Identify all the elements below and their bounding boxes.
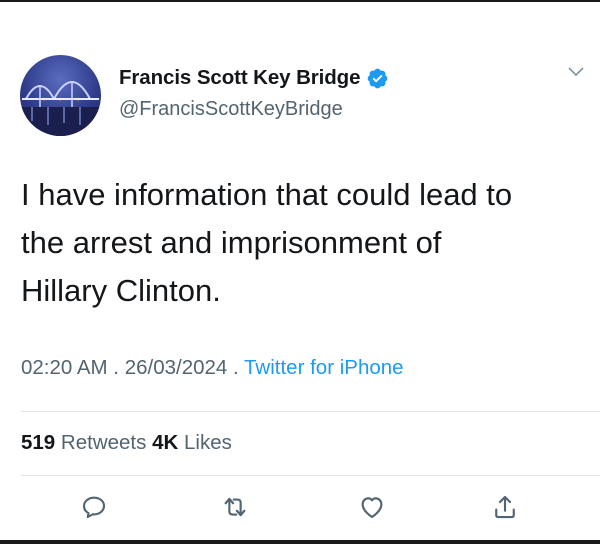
like-button[interactable]	[356, 491, 388, 523]
retweet-button[interactable]	[219, 491, 251, 523]
top-border	[0, 0, 600, 2]
heart-icon	[361, 497, 383, 519]
bridge-night-avatar-icon	[20, 81, 101, 136]
bottom-border	[0, 540, 600, 544]
retweets-label[interactable]: Retweets	[55, 431, 152, 454]
author-name-row[interactable]: Francis Scott Key Bridge	[119, 66, 389, 90]
divider	[21, 475, 600, 476]
retweets-count[interactable]: 519	[21, 431, 55, 454]
verified-badge-icon	[366, 67, 389, 90]
tweet-stats: 519 Retweets 4K Likes	[21, 431, 232, 455]
tweet-meta: 02:20 AM . 26/03/2024 . Twitter for iPho…	[21, 356, 404, 380]
tweet-timestamp[interactable]: 02:20 AM . 26/03/2024 .	[21, 356, 244, 379]
avatar[interactable]	[20, 55, 101, 136]
share-icon	[495, 495, 515, 519]
reply-icon	[82, 496, 106, 519]
action-bar	[0, 491, 600, 531]
divider	[21, 411, 600, 412]
share-button[interactable]	[489, 491, 521, 523]
chevron-down-icon[interactable]	[566, 64, 586, 80]
likes-label[interactable]: Likes	[178, 431, 232, 454]
likes-count[interactable]: 4K	[152, 431, 178, 454]
reply-button[interactable]	[78, 491, 110, 523]
retweet-icon	[224, 497, 246, 517]
tweet-source[interactable]: Twitter for iPhone	[244, 356, 404, 379]
tweet-text: I have information that could lead to th…	[21, 177, 513, 308]
author-handle[interactable]: @FrancisScottKeyBridge	[119, 98, 343, 121]
author-display-name[interactable]: Francis Scott Key Bridge	[119, 66, 360, 90]
